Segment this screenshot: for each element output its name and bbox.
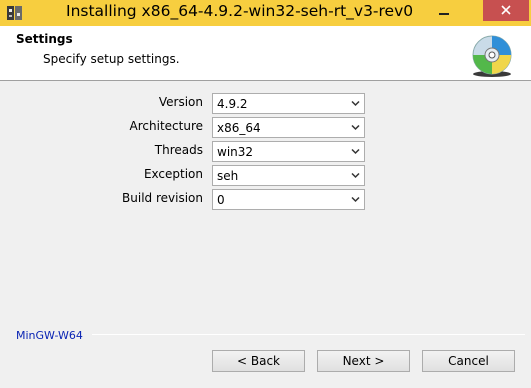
version-value: 4.9.2 (217, 97, 248, 111)
back-button[interactable]: < Back (212, 350, 305, 372)
brand-label: MinGW-W64 (16, 329, 83, 342)
exception-select[interactable]: seh (212, 165, 365, 186)
exception-value: seh (217, 169, 239, 183)
page-title: Settings (16, 32, 73, 46)
exception-label: Exception (143, 167, 203, 181)
threads-label: Threads (154, 143, 203, 157)
title-bar: Installing x86_64-4.9.2-win32-seh-rt_v3-… (0, 0, 531, 26)
chevron-down-icon (351, 100, 360, 107)
version-select[interactable]: 4.9.2 (212, 93, 365, 114)
wizard-header: Settings Specify setup settings. (0, 26, 531, 81)
minimize-icon[interactable] (431, 0, 457, 22)
architecture-select[interactable]: x86_64 (212, 117, 365, 138)
cancel-button[interactable]: Cancel (422, 350, 515, 372)
build-revision-label: Build revision (122, 191, 203, 205)
installer-window: Installing x86_64-4.9.2-win32-seh-rt_v3-… (0, 0, 531, 388)
chevron-down-icon (351, 172, 360, 179)
version-label: Version (158, 95, 203, 109)
build-revision-select[interactable]: 0 (212, 189, 365, 210)
build-revision-value: 0 (217, 193, 225, 207)
cd-disc-icon (469, 33, 515, 79)
threads-select[interactable]: win32 (212, 141, 365, 162)
footer-divider (92, 334, 525, 335)
mingw-installer-icon (6, 4, 24, 22)
architecture-label: Architecture (129, 119, 203, 133)
chevron-down-icon (351, 124, 360, 131)
next-button[interactable]: Next > (317, 350, 410, 372)
architecture-value: x86_64 (217, 121, 261, 135)
threads-value: win32 (217, 145, 254, 159)
chevron-down-icon (351, 196, 360, 203)
close-icon[interactable] (483, 0, 529, 21)
page-subtitle: Specify setup settings. (43, 52, 180, 66)
chevron-down-icon (351, 148, 360, 155)
window-title: Installing x86_64-4.9.2-win32-seh-rt_v3-… (66, 2, 414, 20)
